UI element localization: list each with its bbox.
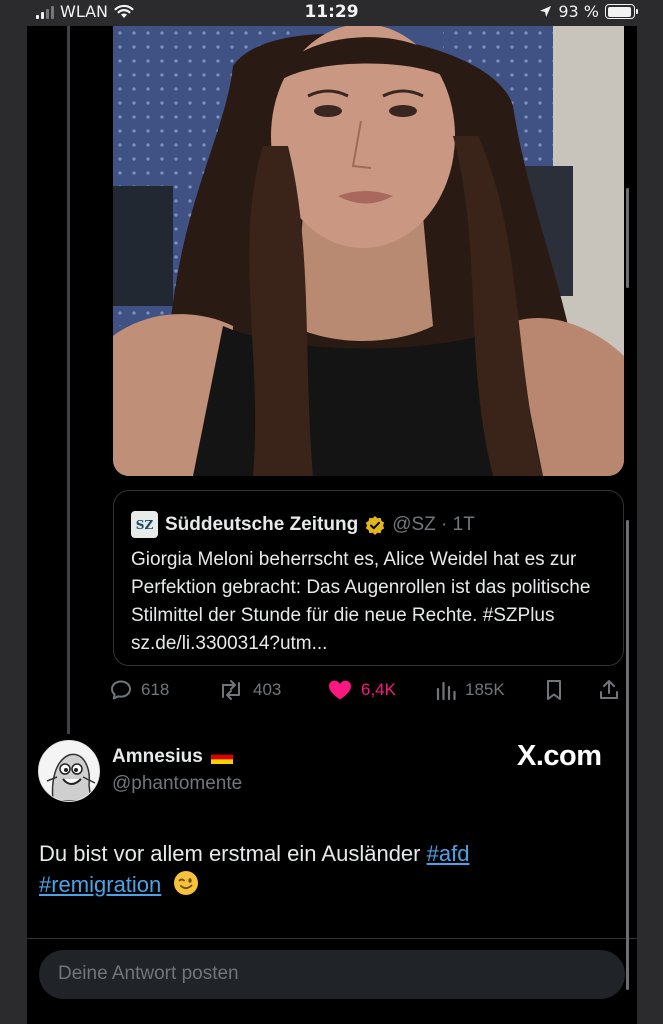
battery-percent: 93 % — [558, 2, 599, 21]
like-button[interactable]: 6,4K — [327, 678, 396, 702]
reply-icon — [111, 680, 131, 700]
status-bar: WLAN 11:29 93 % — [0, 0, 663, 26]
views-chart-icon — [436, 681, 456, 701]
quoted-author-name[interactable]: Süddeutsche Zeitung — [165, 514, 358, 536]
quoted-tweet-card[interactable]: SZ Süddeutsche Zeitung @SZ · 1T Giorgia … — [113, 490, 624, 666]
hashtag-afd[interactable]: #afd — [427, 841, 470, 866]
x-com-brand: X.com — [517, 740, 602, 772]
repost-button[interactable]: 403 — [217, 678, 281, 702]
quoted-handle-time: @SZ · 1T — [392, 513, 475, 535]
reply-button[interactable]: 618 — [109, 678, 169, 702]
composer-divider — [27, 938, 637, 939]
reply-tweet-text: Du bist vor allem erstmal ein Ausländer … — [39, 838, 599, 900]
location-arrow-icon — [540, 6, 552, 17]
scrollbar-top[interactable] — [626, 188, 629, 288]
avatar-image — [39, 741, 99, 801]
like-count: 6,4K — [361, 680, 396, 699]
reply-text-body: Du bist vor allem erstmal ein Ausländer — [39, 841, 427, 866]
hashtag-remigration[interactable]: #remigration — [39, 872, 161, 897]
reply-author-handle: @phantomente — [112, 773, 243, 794]
repost-count: 403 — [253, 680, 282, 699]
share-icon — [600, 680, 618, 699]
repost-icon — [222, 680, 240, 700]
bookmark-button[interactable] — [543, 678, 565, 702]
thread-connector-line — [67, 26, 70, 734]
quoted-tweet-header: SZ Süddeutsche Zeitung @SZ · 1T — [131, 511, 475, 538]
verified-badge-icon — [365, 515, 385, 535]
heart-filled-icon — [329, 680, 351, 700]
battery-level — [607, 6, 631, 17]
reply-author-label: Amnesius — [112, 746, 203, 767]
status-right: 93 % — [539, 2, 638, 21]
tweet-screen: SZ Süddeutsche Zeitung @SZ · 1T Giorgia … — [27, 26, 637, 1024]
german-flag-icon — [210, 750, 233, 764]
bookmark-icon — [547, 680, 561, 700]
tweet-action-bar: 618 403 6,4K 185K — [109, 678, 629, 704]
avatar[interactable] — [38, 740, 100, 802]
winking-face-icon — [174, 871, 199, 895]
photo-image — [113, 26, 624, 476]
share-button[interactable] — [597, 678, 621, 702]
quoted-tweet-text: Giorgia Meloni beherrscht es, Alice Weid… — [131, 549, 591, 654]
views-button[interactable]: 185K — [435, 678, 505, 702]
views-count: 185K — [465, 680, 505, 699]
reply-author-name[interactable]: Amnesius — [112, 746, 233, 768]
reply-count: 618 — [141, 680, 170, 699]
battery-icon — [605, 4, 638, 19]
scrollbar-thumb[interactable] — [626, 520, 629, 990]
sz-logo: SZ — [131, 511, 158, 538]
reply-placeholder: Deine Antwort posten — [58, 963, 239, 984]
reply-composer-input[interactable]: Deine Antwort posten — [39, 950, 625, 999]
tweet-photo[interactable] — [113, 26, 624, 476]
